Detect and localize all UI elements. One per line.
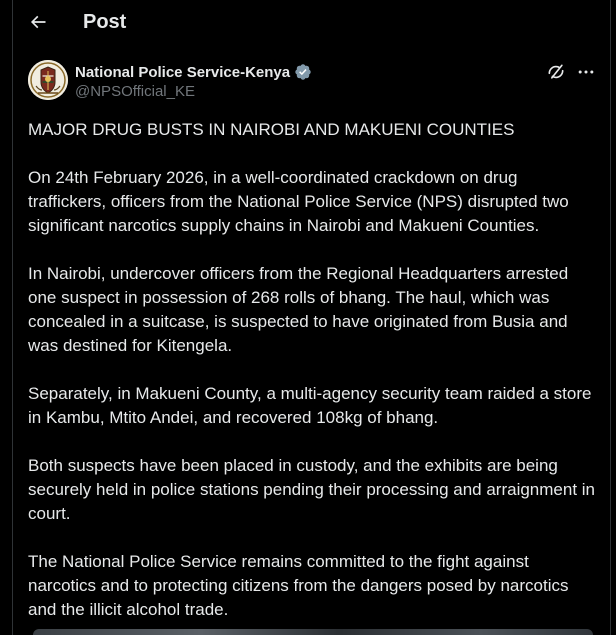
post-body: MAJOR DRUG BUSTS IN NAIROBI AND MAKUENI … (28, 118, 600, 635)
post-paragraph: On 24th February 2026, in a well-coordin… (28, 168, 569, 235)
post-header: Post (13, 0, 610, 46)
post-paragraph: Separately, in Makueni County, a multi-a… (28, 384, 592, 427)
page-title: Post (83, 11, 127, 33)
post-detail-panel: Post National Police Service-Kenya @NPSO… (12, 0, 611, 635)
post-media-preview[interactable] (33, 629, 593, 635)
verified-badge-icon[interactable] (294, 63, 312, 81)
avatar[interactable] (28, 60, 68, 100)
more-horizontal-icon[interactable] (574, 60, 598, 84)
post-paragraph: The National Police Service remains comm… (28, 552, 569, 619)
post-paragraph-headline: MAJOR DRUG BUSTS IN NAIROBI AND MAKUENI … (28, 120, 515, 139)
grok-icon[interactable] (546, 62, 566, 82)
arrow-left-icon (30, 15, 46, 29)
author-display-name[interactable]: National Police Service-Kenya (75, 64, 290, 81)
post-paragraph: Both suspects have been placed in custod… (28, 456, 596, 523)
author-handle[interactable]: @NPSOfficial_KE (75, 83, 195, 100)
author-name-row: National Police Service-Kenya (75, 63, 312, 81)
police-crest-logo (28, 60, 68, 100)
post-paragraph: In Nairobi, undercover officers from the… (28, 264, 569, 355)
back-button[interactable] (21, 5, 55, 39)
